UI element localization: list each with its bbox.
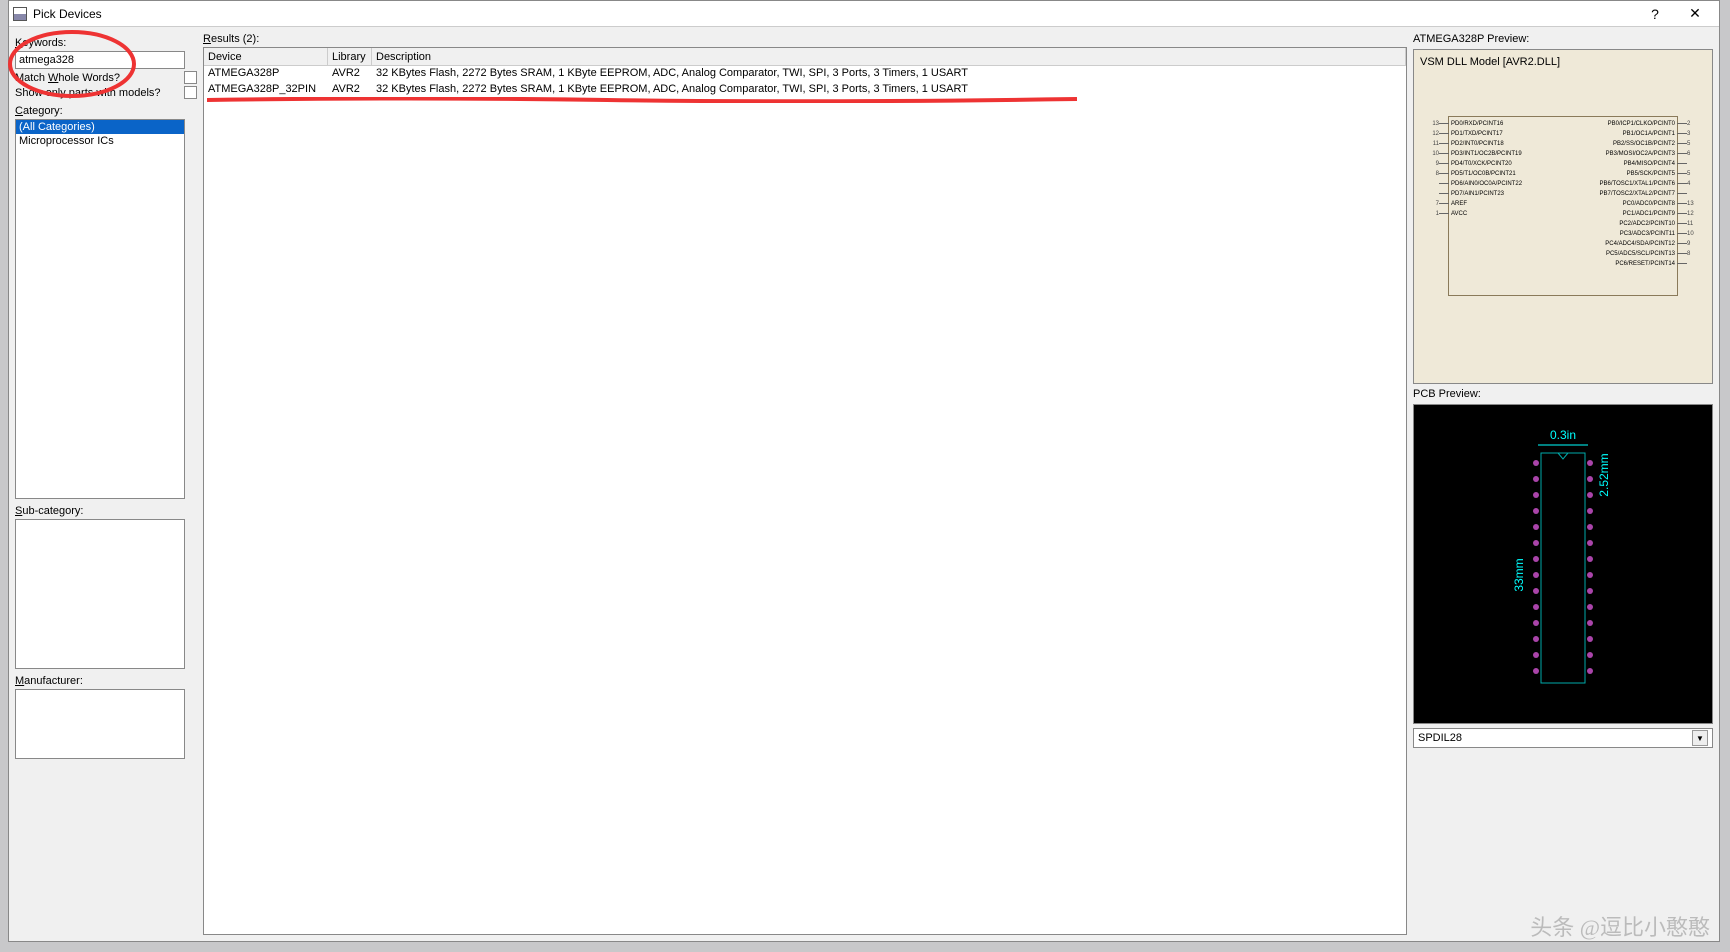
center-panel: Results (2): Device Library Description … <box>203 33 1407 935</box>
table-row[interactable]: ATMEGA328P_32PIN AVR2 32 KBytes Flash, 2… <box>204 82 1406 98</box>
col-device[interactable]: Device <box>204 48 328 65</box>
show-only-models-checkbox[interactable] <box>184 86 197 99</box>
col-description[interactable]: Description <box>372 48 1406 65</box>
pcb-footprint: 0.3in 33mm 2.52mm <box>1463 425 1663 725</box>
category-label: Category: <box>15 105 197 117</box>
cell-device: ATMEGA328P <box>204 66 328 82</box>
chip-schematic: 13PD0/RXD/PCINT1612PD1/TXD/PCINT1711PD2/… <box>1420 76 1706 377</box>
cell-library: AVR2 <box>328 66 372 82</box>
package-select[interactable]: SPDIL28 ▼ <box>1413 728 1713 748</box>
table-row[interactable]: ATMEGA328P AVR2 32 KBytes Flash, 2272 By… <box>204 66 1406 82</box>
match-whole-label: Match Whole Words? <box>15 72 120 84</box>
keywords-input[interactable] <box>15 51 185 69</box>
schematic-preview: VSM DLL Model [AVR2.DLL] 13PD0/RXD/PCINT… <box>1413 49 1713 384</box>
left-panel: Keywords: Match Whole Words? Show only p… <box>15 33 197 935</box>
subcategory-label: Sub-category: <box>15 505 197 517</box>
category-item[interactable]: (All Categories) <box>16 120 184 134</box>
keywords-label: Keywords: <box>15 37 197 49</box>
show-only-models-label: Show only parts with models? <box>15 87 161 99</box>
category-item[interactable]: Microprocessor ICs <box>16 134 184 148</box>
cell-desc: 32 KBytes Flash, 2272 Bytes SRAM, 1 KByt… <box>372 82 1406 98</box>
cell-library: AVR2 <box>328 82 372 98</box>
titlebar: Pick Devices ? ✕ <box>9 1 1719 27</box>
manufacturer-listbox[interactable] <box>15 689 185 759</box>
cell-desc: 32 KBytes Flash, 2272 Bytes SRAM, 1 KByt… <box>372 66 1406 82</box>
pcb-preview: 0.3in 33mm 2.52mm <box>1413 404 1713 724</box>
pcb-preview-label: PCB Preview: <box>1413 388 1713 400</box>
vsm-model-label: VSM DLL Model [AVR2.DLL] <box>1420 56 1706 68</box>
package-value: SPDIL28 <box>1418 732 1462 744</box>
subcategory-listbox[interactable] <box>15 519 185 669</box>
manufacturer-label: Manufacturer: <box>15 675 197 687</box>
app-icon <box>13 7 27 21</box>
grid-header: Device Library Description <box>204 48 1406 66</box>
dim-width: 0.3in <box>1550 428 1576 442</box>
schematic-preview-label: ATMEGA328P Preview: <box>1413 33 1713 45</box>
grid-body: ATMEGA328P AVR2 32 KBytes Flash, 2272 By… <box>204 66 1406 934</box>
close-button[interactable]: ✕ <box>1675 3 1715 25</box>
dialog-body: Keywords: Match Whole Words? Show only p… <box>9 27 1719 941</box>
dim-pitch: 2.52mm <box>1597 453 1611 496</box>
window-title: Pick Devices <box>33 7 1635 21</box>
category-listbox[interactable]: (All Categories) Microprocessor ICs <box>15 119 185 499</box>
help-button[interactable]: ? <box>1635 3 1675 25</box>
match-whole-checkbox[interactable] <box>184 71 197 84</box>
col-library[interactable]: Library <box>328 48 372 65</box>
results-label: Results (2): <box>203 33 1407 45</box>
right-panel: ATMEGA328P Preview: VSM DLL Model [AVR2.… <box>1413 33 1713 935</box>
chevron-down-icon: ▼ <box>1692 730 1708 746</box>
cell-device: ATMEGA328P_32PIN <box>204 82 328 98</box>
results-grid[interactable]: Device Library Description ATMEGA328P AV… <box>203 47 1407 935</box>
pick-devices-window: Pick Devices ? ✕ Keywords: Match Whole W… <box>8 0 1720 942</box>
chip-body: 13PD0/RXD/PCINT1612PD1/TXD/PCINT1711PD2/… <box>1448 116 1678 296</box>
dim-height: 33mm <box>1512 558 1526 591</box>
